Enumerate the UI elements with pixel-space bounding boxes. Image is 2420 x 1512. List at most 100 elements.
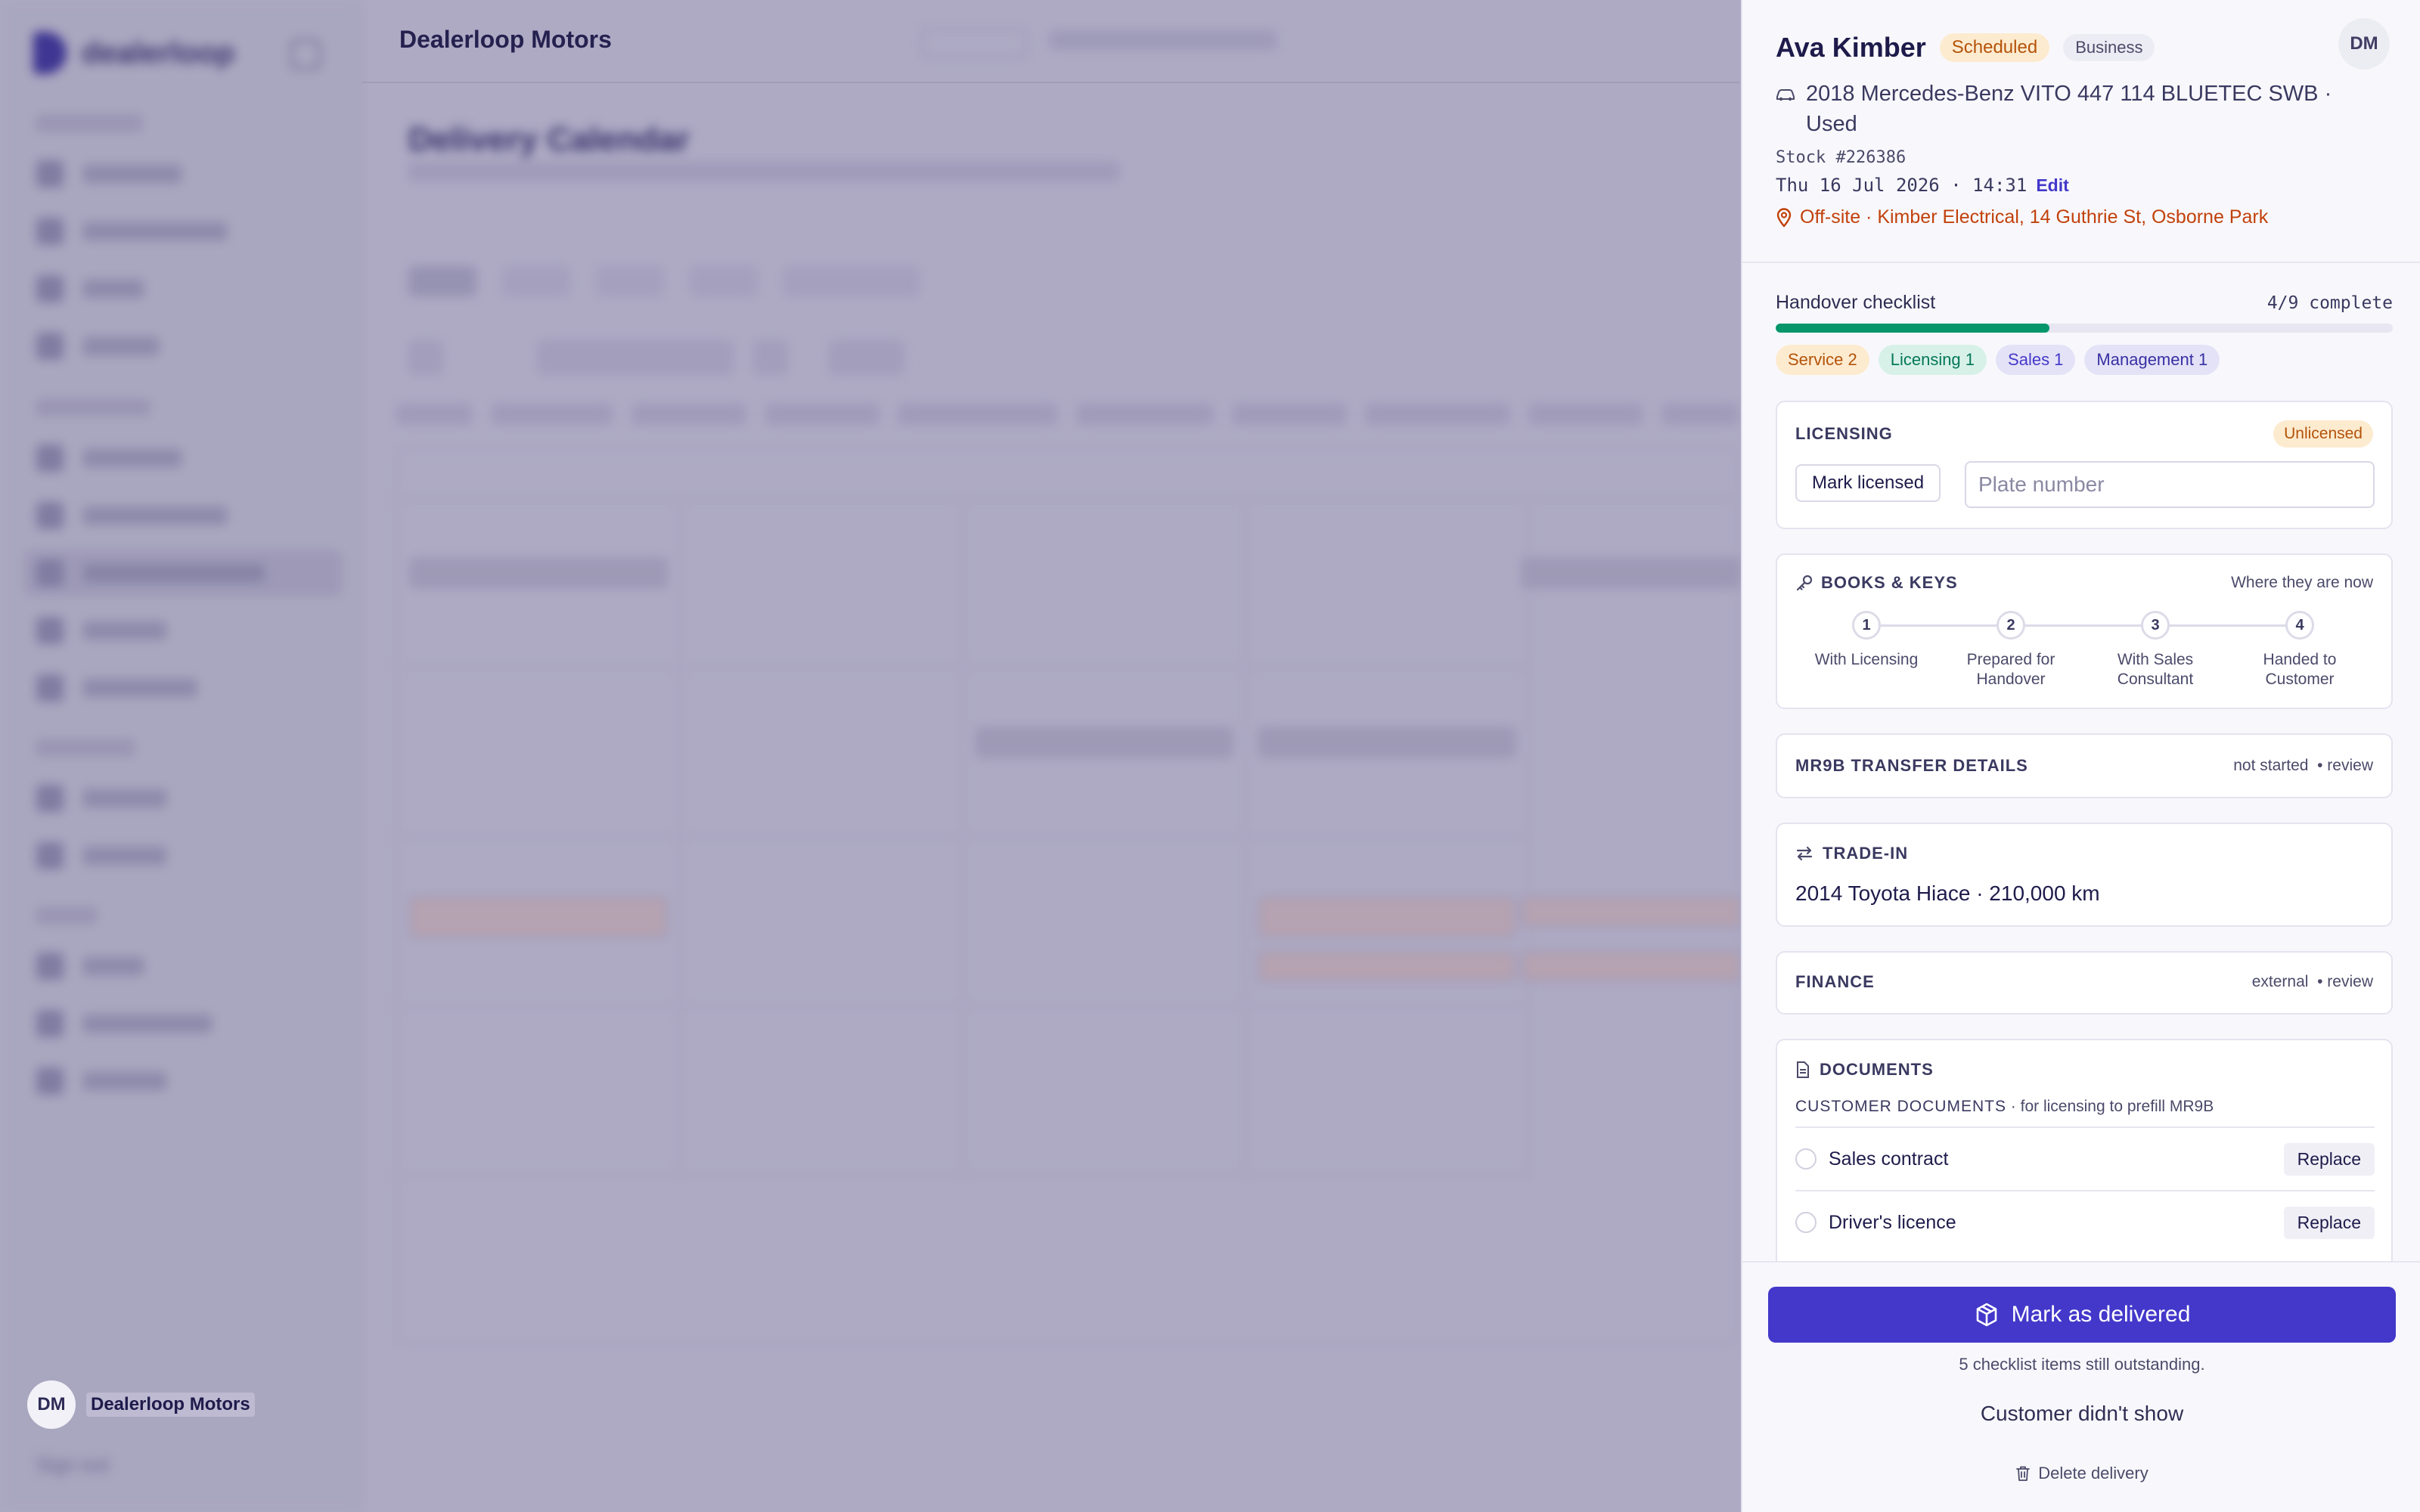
trade-in-title: Trade-in	[1823, 844, 1909, 863]
calendar-event[interactable]	[1522, 951, 1741, 981]
calendar-event[interactable]	[1258, 897, 1516, 937]
books-keys-hint: Where they are now	[2231, 574, 2373, 591]
mr9b-status: not started	[2233, 757, 2309, 774]
calendar-weekday-header	[398, 449, 1738, 499]
mr9b-review-link[interactable]: • review	[2317, 757, 2373, 774]
nav-section-heading	[36, 399, 150, 416]
page-title: Delivery Calendar	[408, 121, 690, 158]
calendar-day[interactable]	[1246, 499, 1529, 668]
calendar-day[interactable]	[398, 668, 681, 838]
sidebar-item[interactable]	[24, 943, 342, 989]
calendar-day[interactable]	[398, 1007, 681, 1176]
vehicle-row: 2018 Mercedes-Benz VITO 447 114 BLUETEC …	[1776, 79, 2388, 139]
sign-out-link[interactable]: Sign out	[36, 1453, 108, 1476]
calendar-event[interactable]	[1258, 727, 1516, 758]
calendar-legend	[396, 404, 1739, 429]
view-tab[interactable]	[690, 266, 758, 296]
replace-drivers-licence-button[interactable]: Replace	[2283, 1206, 2375, 1239]
trade-in-card[interactable]: Trade-in 2014 Toyota Hiace · 210,000 km	[1776, 823, 2393, 927]
tag-service[interactable]: Service 2	[1776, 345, 1869, 375]
mr9b-status-wrap: not started • review	[2233, 757, 2373, 775]
calendar-event[interactable]	[410, 897, 667, 937]
finance-row: Finance external • review	[1795, 972, 2373, 992]
view-tab[interactable]	[596, 266, 664, 296]
calendar-day[interactable]	[681, 1007, 963, 1176]
mr9b-title: MR9B Transfer Details	[1795, 756, 2028, 775]
tag-sales[interactable]: Sales 1	[1996, 345, 2076, 375]
books-keys-step[interactable]: 2 Prepared for Handover	[1943, 611, 2079, 689]
calendar-event[interactable]	[1522, 558, 1741, 588]
sidebar-item[interactable]	[24, 493, 342, 538]
calendar-day[interactable]	[1246, 1007, 1529, 1176]
sidebar-item[interactable]	[24, 266, 342, 311]
books-keys-step[interactable]: 3 With Sales Consultant	[2087, 611, 2223, 689]
month-navigation	[408, 340, 938, 375]
tag-management[interactable]: Management 1	[2084, 345, 2220, 375]
mark-licensed-button[interactable]: Mark licensed	[1795, 464, 1941, 502]
books-keys-card: Books & Keys Where they are now 1 With L…	[1776, 553, 2393, 709]
business-switcher[interactable]	[921, 29, 1027, 57]
sidebar-item-delivery-calendar[interactable]	[24, 550, 342, 596]
documents-card: Documents Customer documents · for licen…	[1776, 1039, 2393, 1261]
books-keys-title-wrap: Books & Keys	[1795, 573, 1958, 593]
sidebar-item[interactable]	[24, 151, 342, 197]
sidebar-item[interactable]	[24, 324, 342, 369]
sidebar-item[interactable]	[24, 776, 342, 821]
nav-icon	[36, 617, 64, 644]
books-keys-title: Books & Keys	[1821, 573, 1958, 592]
document-item: Sales contract Replace	[1795, 1126, 2375, 1190]
document-label: Driver's licence	[1829, 1211, 1956, 1233]
calendar-day[interactable]	[681, 668, 963, 838]
calendar-event[interactable]	[1522, 897, 1741, 927]
nav-icon	[36, 445, 64, 472]
finance-title: Finance	[1795, 972, 1875, 991]
checklist-label: Handover checklist	[1776, 292, 1936, 313]
sidebar-collapse-icon[interactable]	[290, 39, 321, 70]
calendar-day[interactable]	[963, 499, 1246, 668]
delete-delivery-button[interactable]: Delete delivery	[1742, 1464, 2420, 1483]
calendar-event[interactable]	[1258, 951, 1516, 981]
nav-icon	[36, 502, 64, 529]
plate-number-input[interactable]	[1965, 461, 2375, 508]
mr9b-card[interactable]: MR9B Transfer Details not started • revi…	[1776, 733, 2393, 798]
drawer-scroll-area[interactable]: DM Ava Kimber Scheduled Business 2018 Me…	[1742, 0, 2420, 1261]
finance-review-link[interactable]: • review	[2317, 973, 2373, 990]
next-month-icon[interactable]	[753, 340, 788, 375]
tag-licensing[interactable]: Licensing 1	[1878, 345, 1987, 375]
view-tab[interactable]	[408, 266, 476, 296]
calendar-day[interactable]	[681, 499, 963, 668]
delivery-location: Off-site · Kimber Electrical, 14 Guthrie…	[1800, 206, 2269, 228]
books-keys-step[interactable]: 1 With Licensing	[1798, 611, 1934, 670]
sidebar-item[interactable]	[24, 209, 342, 254]
mark-as-delivered-button[interactable]: Mark as delivered	[1768, 1287, 2396, 1343]
sidebar-item[interactable]	[24, 1058, 342, 1104]
replace-sales-contract-button[interactable]: Replace	[2283, 1142, 2375, 1176]
prev-month-icon[interactable]	[408, 340, 443, 375]
sidebar-item[interactable]	[24, 1001, 342, 1046]
view-tab[interactable]	[783, 266, 920, 296]
calendar-day[interactable]	[681, 838, 963, 1007]
sidebar-item[interactable]	[24, 665, 342, 711]
today-button[interactable]	[829, 340, 904, 375]
calendar-event[interactable]	[410, 558, 667, 588]
sidebar-item[interactable]	[24, 435, 342, 481]
calendar-day[interactable]	[963, 838, 1246, 1007]
view-tab[interactable]	[502, 266, 570, 296]
calendar-event[interactable]	[976, 727, 1233, 758]
nav-icon	[36, 333, 64, 360]
documents-title: Documents	[1820, 1060, 1934, 1079]
swap-arrows-icon	[1796, 846, 1813, 861]
calendar-day[interactable]	[963, 1007, 1246, 1176]
books-keys-step[interactable]: 4 Handed to Customer	[2232, 611, 2368, 689]
customer-no-show-button[interactable]: Customer didn't show	[1742, 1402, 2420, 1426]
user-footer[interactable]: DM Dealerloop Motors	[27, 1380, 255, 1429]
finance-card[interactable]: Finance external • review	[1776, 951, 2393, 1015]
customer-name: Ava Kimber	[1776, 32, 1926, 63]
edit-datetime-link[interactable]: Edit	[2036, 175, 2068, 196]
step-label: With Sales Consultant	[2117, 651, 2194, 688]
step-number: 1	[1852, 611, 1881, 640]
finance-status-wrap: external • review	[2252, 973, 2373, 991]
sidebar-item[interactable]	[24, 608, 342, 653]
brand-name: dealerloop	[82, 36, 235, 70]
sidebar-item[interactable]	[24, 833, 342, 878]
